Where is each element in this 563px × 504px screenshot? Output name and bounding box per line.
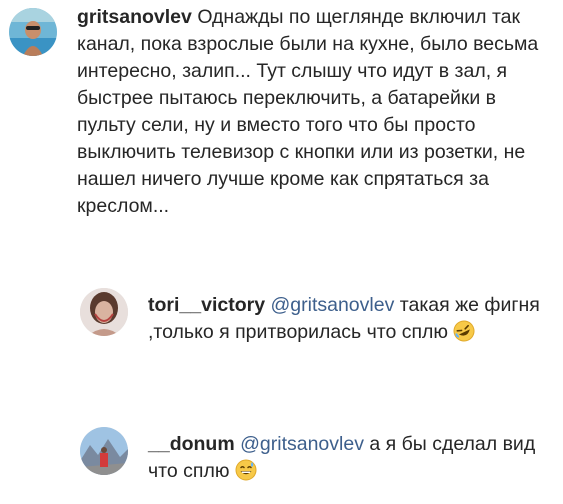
comment-reply: tori__victory @gritsanovlev такая же фиг… [0,280,563,390]
mention-link[interactable]: @gritsanovlev [270,294,394,316]
reply-username[interactable]: tori__victory [148,294,265,316]
avatar[interactable] [80,427,128,475]
user-avatar-pool-photo-icon [9,8,57,56]
comment-reply: __donum @gritsanovlev а я бы сделал вид … [0,410,563,504]
avatar[interactable] [9,8,57,56]
grinning-sweat-emoji-icon [235,459,257,481]
comment: gritsanovlev Однажды по щеглянде включил… [0,0,563,240]
comment-username[interactable]: gritsanovlev [77,6,192,28]
comment-text: Однажды по щеглянде включил так канал, п… [77,6,539,217]
rolling-on-floor-laughing-emoji-icon [453,320,475,342]
avatar[interactable] [80,288,128,336]
mention-link[interactable]: @gritsanovlev [240,433,364,455]
user-avatar-mountain-photo-icon [80,427,128,475]
reply-username[interactable]: __donum [148,433,235,455]
user-avatar-portrait-photo-icon [80,288,128,336]
